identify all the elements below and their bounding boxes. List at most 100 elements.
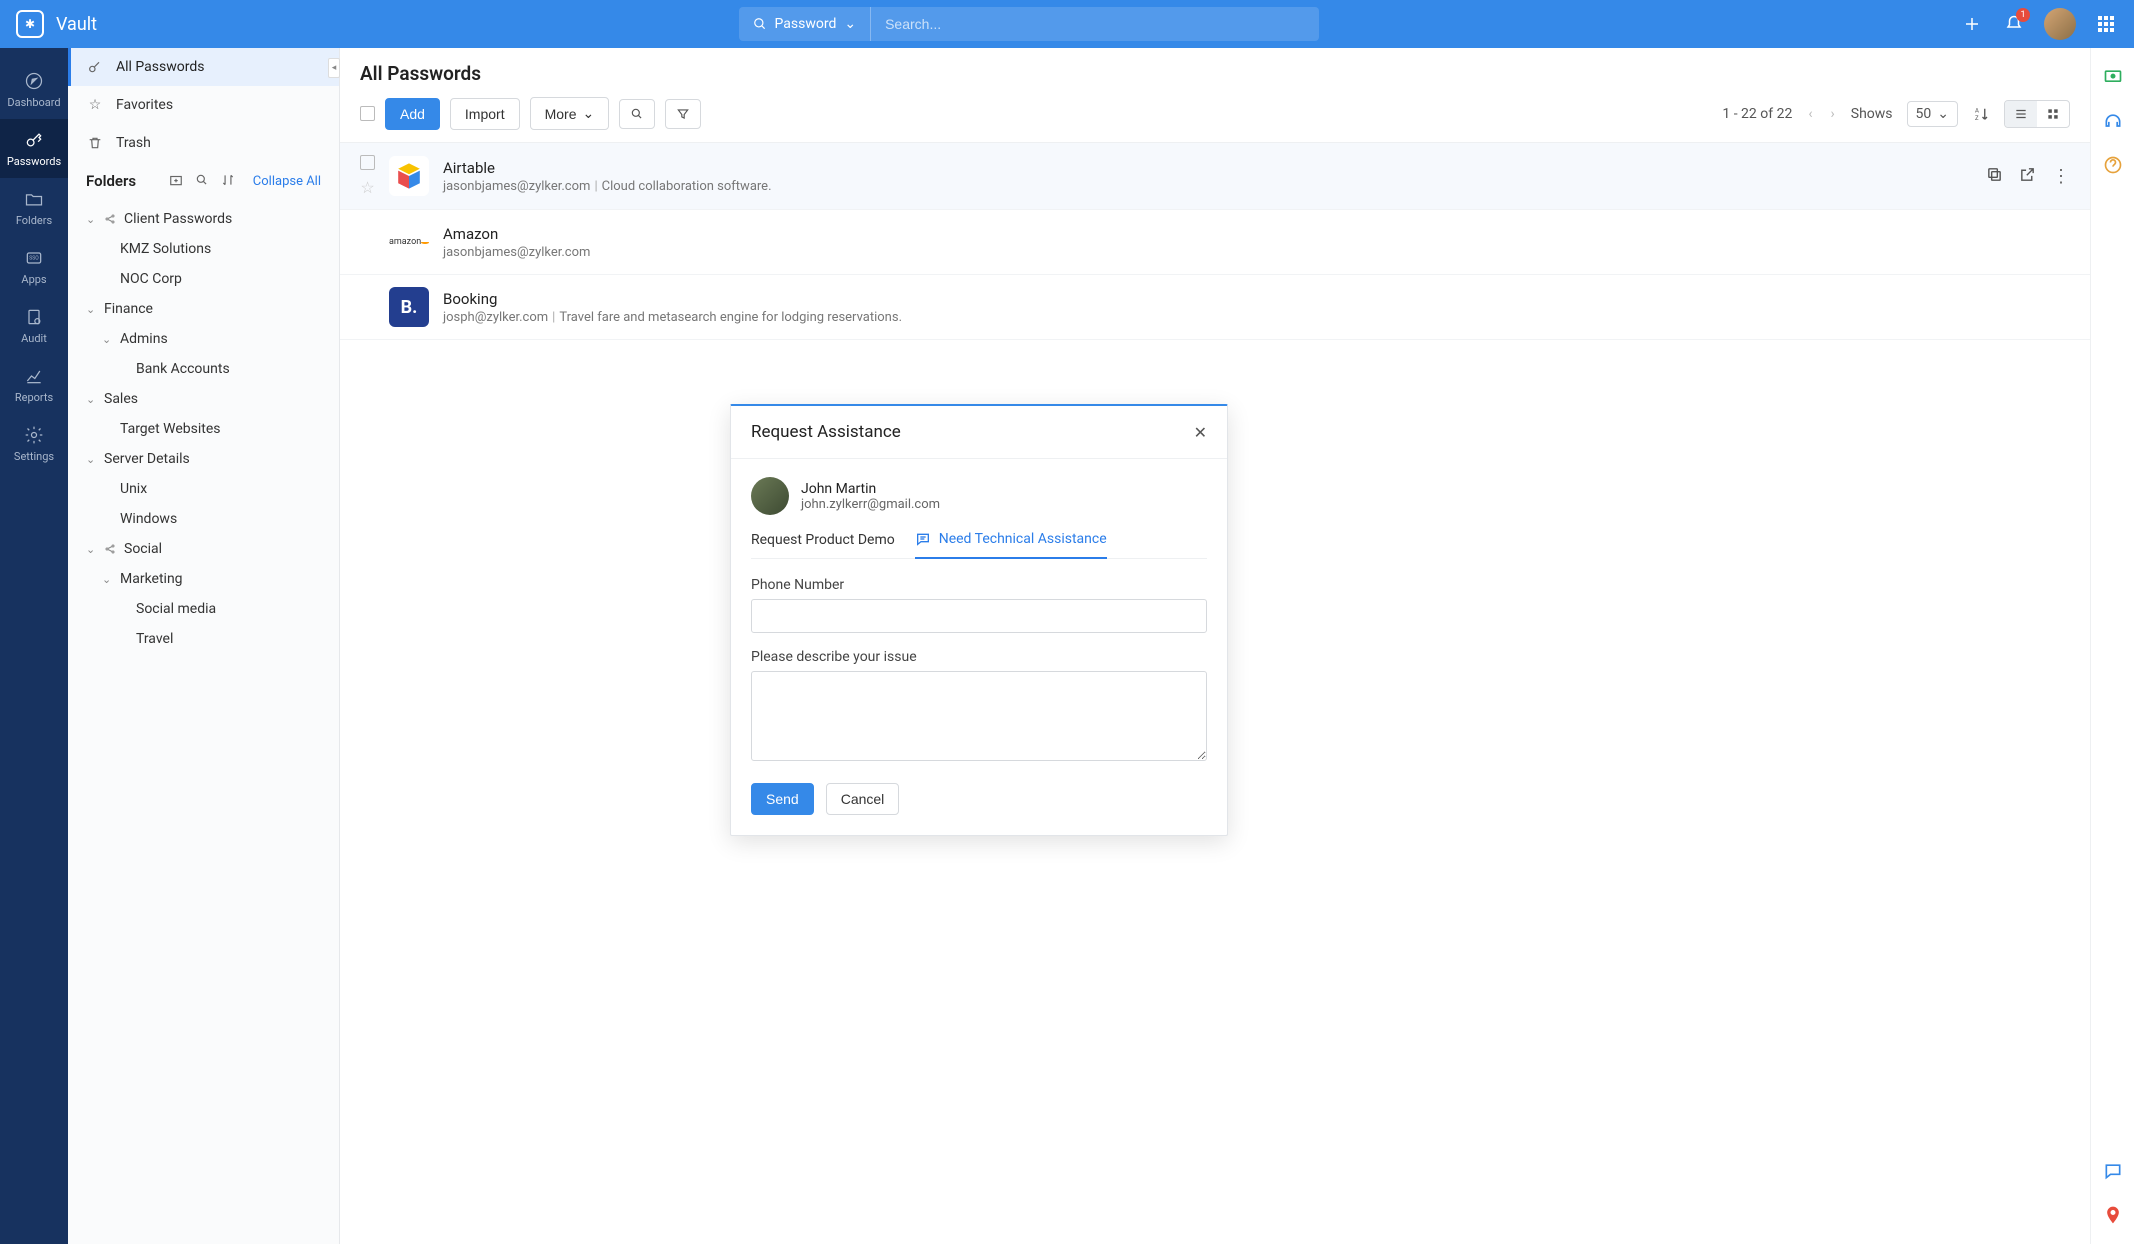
folder-label: NOC Corp <box>120 271 182 287</box>
sidebar-collapse-handle[interactable]: ◂ <box>328 58 340 78</box>
search-input[interactable] <box>871 16 1318 32</box>
sidebar-item-label: All Passwords <box>116 59 204 75</box>
sort-button[interactable]: AZ <box>1972 105 1990 123</box>
chevron-down-icon: ⌄ <box>86 393 98 406</box>
rail-passwords[interactable]: Passwords <box>0 119 68 178</box>
row-user: jasonbjames@zylker.com <box>443 179 590 194</box>
help-button[interactable] <box>2102 154 2124 176</box>
user-email: john.zylkerr@gmail.com <box>801 497 940 512</box>
more-button[interactable]: More ⌄ <box>530 97 610 130</box>
phone-input[interactable] <box>751 599 1207 633</box>
modal-close-button[interactable]: ✕ <box>1194 423 1207 442</box>
notifications-button[interactable]: 1 <box>2002 12 2026 36</box>
folder-label: KMZ Solutions <box>120 241 211 257</box>
cancel-button[interactable]: Cancel <box>826 783 900 815</box>
app-logo[interactable]: ✱ Vault <box>16 10 97 38</box>
chevron-down-icon: ⌄ <box>844 16 856 32</box>
folder-label: Travel <box>136 631 173 647</box>
plus-icon <box>1963 15 1981 33</box>
topbar-actions: 1 <box>1960 8 2118 40</box>
screen-share-button[interactable] <box>2102 66 2124 88</box>
modal-header: Request Assistance ✕ <box>731 406 1227 459</box>
key-icon <box>86 58 104 76</box>
filter-icon <box>676 107 690 121</box>
send-button[interactable]: Send <box>751 783 814 815</box>
service-logo <box>389 156 429 196</box>
folder-row[interactable]: ⌄Social <box>68 534 339 564</box>
folder-label: Social <box>124 541 162 557</box>
folder-row[interactable]: ⌄Client Passwords <box>68 204 339 234</box>
sidebar-item-label: Favorites <box>116 97 173 113</box>
rail-apps[interactable]: SSO Apps <box>0 237 68 296</box>
list-view-button[interactable] <box>2005 101 2037 127</box>
filter-button[interactable] <box>665 99 701 129</box>
cancel-label: Cancel <box>841 791 885 807</box>
add-button[interactable]: Add <box>385 98 440 130</box>
folder-row[interactable]: KMZ Solutions <box>68 234 339 264</box>
pager-prev[interactable]: ‹ <box>1806 106 1814 122</box>
tab-product-demo[interactable]: Request Product Demo <box>751 531 895 558</box>
favorite-star[interactable]: ☆ <box>360 178 374 197</box>
notification-badge: 1 <box>2016 8 2030 22</box>
modal-actions: Send Cancel <box>751 783 1207 815</box>
list-icon <box>2014 107 2028 121</box>
search-button[interactable] <box>619 99 655 129</box>
gear-icon <box>23 424 45 446</box>
rail-folders[interactable]: Folders <box>0 178 68 237</box>
chat-button[interactable] <box>2102 1160 2124 1182</box>
location-button[interactable] <box>2102 1204 2124 1226</box>
page-size-select[interactable]: 50⌄ <box>1907 101 1958 127</box>
folder-row[interactable]: Bank Accounts <box>68 354 339 384</box>
more-button[interactable]: ⋮ <box>2052 166 2070 187</box>
folder-row[interactable]: ⌄Admins <box>68 324 339 354</box>
search-folders-icon[interactable] <box>195 173 211 189</box>
folder-label: Target Websites <box>120 421 221 437</box>
folder-label: Admins <box>120 331 168 347</box>
folder-label: Windows <box>120 511 177 527</box>
rail-audit[interactable]: Audit <box>0 296 68 355</box>
tab-label: Need Technical Assistance <box>939 531 1107 547</box>
folder-row[interactable]: Target Websites <box>68 414 339 444</box>
password-row[interactable]: B.Bookingjosph@zylker.com|Travel fare an… <box>340 275 2090 340</box>
password-row[interactable]: ☆Airtablejasonbjames@zylker.com|Cloud co… <box>340 143 2090 210</box>
folder-row[interactable]: Windows <box>68 504 339 534</box>
rail-settings[interactable]: Settings <box>0 414 68 473</box>
sidebar-item-label: Trash <box>116 135 151 151</box>
password-row[interactable]: amazonAmazonjasonbjames@zylker.com <box>340 210 2090 275</box>
folder-tree: ⌄Client Passwords KMZ Solutions NOC Corp ⌄F… <box>68 200 339 1244</box>
folder-row[interactable]: ⌄Server Details <box>68 444 339 474</box>
tab-technical-assistance[interactable]: Need Technical Assistance <box>915 531 1107 559</box>
rail-dashboard[interactable]: Dashboard <box>0 60 68 119</box>
sidebar-favorites[interactable]: ☆ Favorites <box>68 86 339 124</box>
phone-label: Phone Number <box>751 577 1207 593</box>
pager-next[interactable]: › <box>1829 106 1837 122</box>
row-checkbox[interactable] <box>360 155 375 170</box>
select-all-checkbox[interactable] <box>360 106 375 121</box>
issue-textarea[interactable] <box>751 671 1207 761</box>
user-avatar[interactable] <box>2044 8 2076 40</box>
copy-button[interactable] <box>1986 166 2003 187</box>
sidebar-all-passwords[interactable]: All Passwords <box>68 48 339 86</box>
add-button[interactable] <box>1960 12 1984 36</box>
sort-folders-icon[interactable] <box>221 173 237 189</box>
search-type-dropdown[interactable]: Password ⌄ <box>739 7 872 41</box>
request-assistance-modal: Request Assistance ✕ John Martin john.zy… <box>730 404 1228 836</box>
rail-reports[interactable]: Reports <box>0 355 68 414</box>
collapse-all-link[interactable]: Collapse All <box>253 174 321 189</box>
import-button[interactable]: Import <box>450 98 520 130</box>
folder-row[interactable]: ⌄Finance <box>68 294 339 324</box>
open-button[interactable] <box>2019 166 2036 187</box>
folder-row[interactable]: ⌄Sales <box>68 384 339 414</box>
folder-row[interactable]: Travel <box>68 624 339 654</box>
row-name: Airtable <box>443 159 1972 177</box>
folder-row[interactable]: Social media <box>68 594 339 624</box>
grid-view-button[interactable] <box>2037 101 2069 127</box>
app-switcher[interactable] <box>2094 12 2118 36</box>
folder-row[interactable]: NOC Corp <box>68 264 339 294</box>
sidebar-trash[interactable]: Trash <box>68 124 339 162</box>
add-folder-icon[interactable] <box>169 173 185 189</box>
modal-title: Request Assistance <box>751 422 901 442</box>
folder-row[interactable]: ⌄Marketing <box>68 564 339 594</box>
folder-row[interactable]: Unix <box>68 474 339 504</box>
headset-button[interactable] <box>2102 110 2124 132</box>
